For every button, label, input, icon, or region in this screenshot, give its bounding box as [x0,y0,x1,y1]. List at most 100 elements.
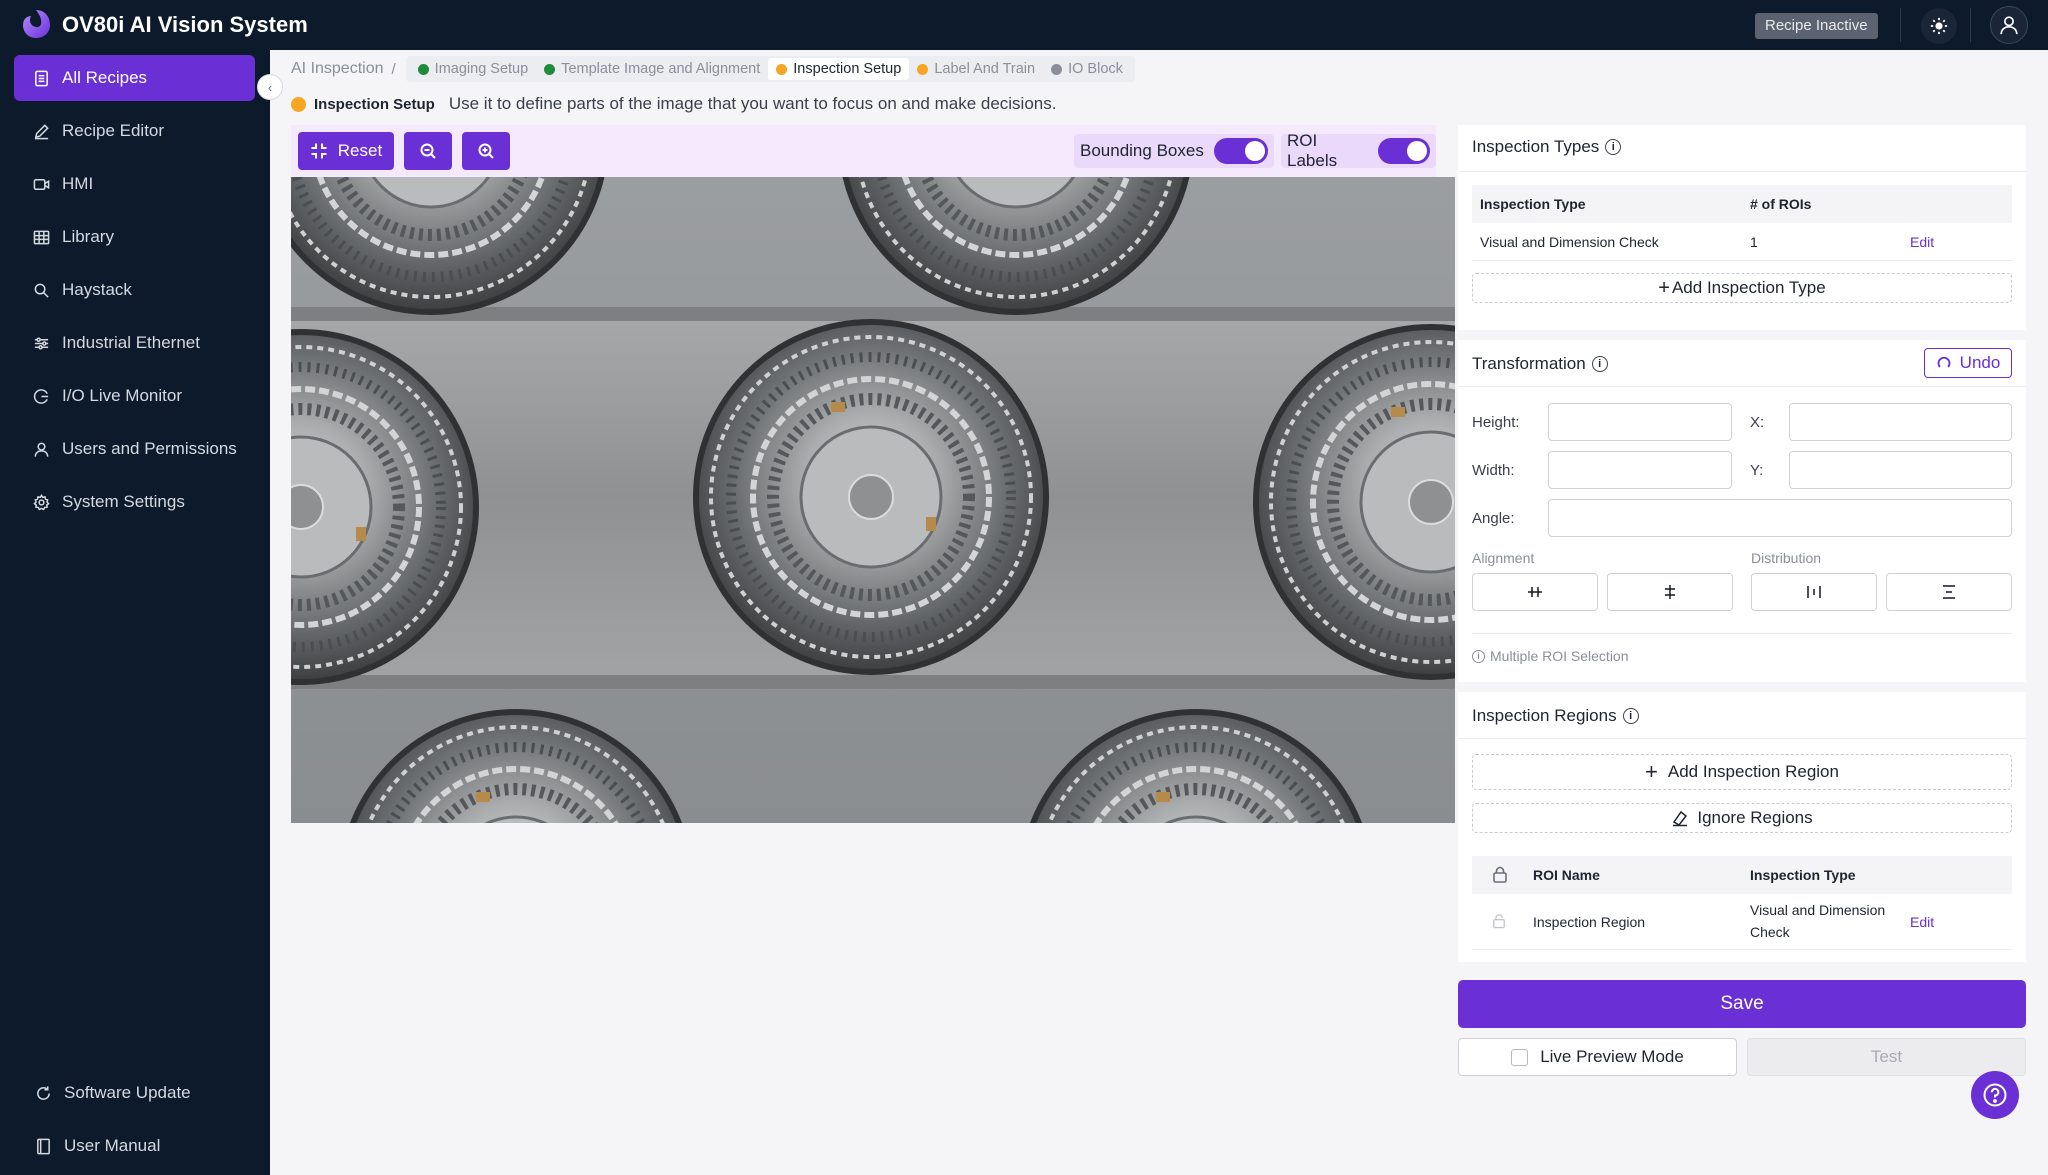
bounding-boxes-toggle-group: Bounding Boxes [1074,134,1274,168]
align-vertical-center-button[interactable] [1607,573,1733,611]
table-header: Inspection Type # of ROIs [1472,185,2012,223]
status-dot [291,96,306,112]
inspection-regions-card: Inspection Regions i + Add Inspection Re… [1458,692,2026,962]
add-inspection-region-button[interactable]: + Add Inspection Region [1472,754,2012,790]
roi-labels-label: ROI Labels [1287,131,1338,170]
y-label: Y: [1750,462,1764,479]
zoom-out-button[interactable] [404,132,452,170]
alignment-buttons [1472,573,2012,611]
breadcrumb-separator: / [391,60,396,78]
inspection-types-title: Inspection Types i [1472,137,1622,157]
chevron-left-icon: ‹ [267,79,273,95]
undo-button[interactable]: Undo [1924,348,2012,378]
pencil-icon [34,123,49,139]
distribute-vertical-button[interactable] [1886,573,2012,611]
column-header: ROI Name [1533,867,1600,883]
align-horizontal-center-button[interactable] [1472,573,1598,611]
user-menu-button[interactable] [1990,6,2028,44]
y-input[interactable] [1789,451,2012,489]
roi-labels-toggle-group: ROI Labels [1281,131,1436,170]
undo-icon [1937,356,1951,368]
sidebar-item-hmi[interactable]: HMI [14,161,255,207]
column-header: # of ROIs [1750,196,1812,212]
tab-template-image-and-alignment[interactable]: Template Image and Alignment [536,58,768,80]
live-preview-mode-toggle[interactable]: Live Preview Mode [1458,1038,1737,1076]
sidebar-item-all-recipes[interactable]: All Recipes [14,55,255,101]
bounding-boxes-toggle[interactable] [1213,138,1268,164]
sidebar-item-recipe-editor[interactable]: Recipe Editor [14,108,255,154]
tab-io-block[interactable]: IO Block [1043,58,1131,80]
top-bar: OV80i AI Vision System Recipe Inactive [0,0,2048,50]
status-dot [776,63,788,75]
test-button[interactable]: Test [1747,1038,2026,1076]
inspection-regions-title: Inspection Regions i [1472,706,1639,726]
sidebar-collapse-button[interactable]: ‹ [257,74,283,100]
sidebar-item-haystack[interactable]: Haystack [14,267,255,313]
live-preview-checkbox[interactable] [1511,1048,1529,1066]
inspection-regions-title-text: Inspection Regions [1472,706,1617,725]
unlock-icon[interactable] [1492,913,1506,929]
align-center-vertical-icon [1665,585,1675,599]
reset-label: Reset [337,141,383,160]
video-icon [33,178,49,190]
width-input[interactable] [1548,451,1732,489]
distribute-horizontal-button[interactable] [1751,573,1877,611]
breadcrumb: AI Inspection / Imaging Setup Template I… [291,56,1135,82]
info-icon[interactable]: i [1622,708,1639,724]
sun-icon [1930,17,1948,35]
refresh-icon [36,1085,50,1100]
help-icon [1983,1083,2007,1107]
shrink-icon [311,143,327,159]
roi-labels-toggle[interactable] [1378,138,1430,164]
sidebar-item-io-live-monitor[interactable]: I/O Live Monitor [14,373,255,419]
add-inspection-region-label: Add Inspection Region [1667,762,1839,781]
tab-imaging-setup[interactable]: Imaging Setup [410,58,537,80]
app-title: OV80i AI Vision System [62,12,308,37]
theme-toggle-button[interactable] [1921,8,1957,44]
sidebar-item-system-settings[interactable]: System Settings [14,479,255,525]
sidebar-item-library[interactable]: Library [14,214,255,260]
recipe-status-badge: Recipe Inactive [1755,13,1878,39]
book-icon [36,1138,50,1154]
inspection-image-canvas[interactable] [291,177,1455,823]
zoom-in-button[interactable] [462,132,510,170]
reset-button[interactable]: Reset [298,132,394,170]
user-icon [34,442,48,457]
divider [1458,738,2026,739]
x-input[interactable] [1789,403,2012,441]
sidebar-item-software-update[interactable]: Software Update [14,1070,255,1116]
sidebar-item-label: Software Update [64,1083,191,1102]
divider [1458,171,2026,172]
angle-input[interactable] [1548,499,2012,537]
edit-link[interactable]: Edit [1910,914,1934,930]
status-dot [917,63,929,75]
tab-inspection-setup[interactable]: Inspection Setup [768,58,910,80]
info-icon[interactable]: i [1591,356,1608,372]
search-icon [34,283,49,298]
multiple-roi-selection-hint: i Multiple ROI Selection [1472,648,1629,664]
tab-label-and-train[interactable]: Label And Train [909,58,1043,80]
add-inspection-type-button[interactable]: + Add Inspection Type [1472,273,2012,303]
distribution-label: Distribution [1751,550,1822,566]
lock-icon[interactable] [1492,866,1508,883]
monitor-icon [33,388,48,404]
info-icon[interactable]: i [1605,139,1622,155]
distribute-vertical-icon [1943,585,1955,599]
tab-label: Template Image and Alignment [561,61,761,77]
ignore-regions-button[interactable]: Ignore Regions [1472,803,2012,833]
sidebar-item-industrial-ethernet[interactable]: Industrial Ethernet [14,320,255,366]
sidebar-item-users-and-permissions[interactable]: Users and Permissions [14,426,255,472]
multiple-roi-selection-label: Multiple ROI Selection [1490,648,1629,664]
height-input[interactable] [1548,403,1732,441]
help-button[interactable] [1971,1071,2019,1119]
edit-link[interactable]: Edit [1910,234,1934,250]
save-button[interactable]: Save [1458,980,2026,1028]
sidebar-item-user-manual[interactable]: User Manual [14,1123,255,1169]
roi-inspection-type-line1: Visual and Dimension [1750,902,1886,918]
document-icon [34,70,48,86]
info-icon: i [1472,649,1485,663]
zoom-in-icon [478,143,494,159]
transformation-title: Transformation i [1472,354,1608,374]
breadcrumb-root[interactable]: AI Inspection [291,60,384,78]
sidebar-item-label: Users and Permissions [62,439,237,458]
